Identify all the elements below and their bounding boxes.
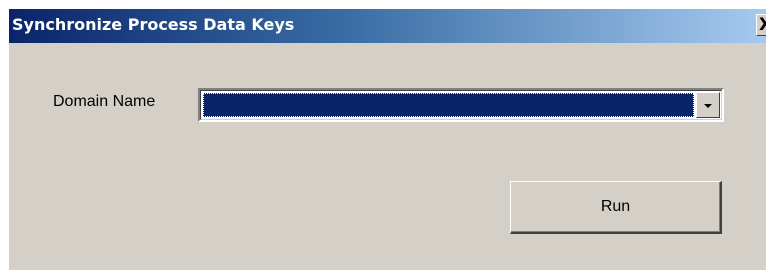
domain-name-selected-value[interactable] [203,93,694,117]
domain-name-select[interactable] [198,88,724,122]
domain-name-select-frame [200,90,722,120]
dialog-window: Synchronize Process Data Keys X Domain N… [8,8,766,270]
domain-name-label: Domain Name [53,93,156,110]
dropdown-button[interactable] [696,92,720,118]
close-icon: X [759,15,766,35]
chevron-down-icon [704,104,712,108]
close-button[interactable]: X [756,14,766,36]
window-title: Synchronize Process Data Keys [12,15,295,34]
run-button[interactable]: Run [510,181,722,234]
title-bar[interactable]: Synchronize Process Data Keys X [9,9,766,43]
